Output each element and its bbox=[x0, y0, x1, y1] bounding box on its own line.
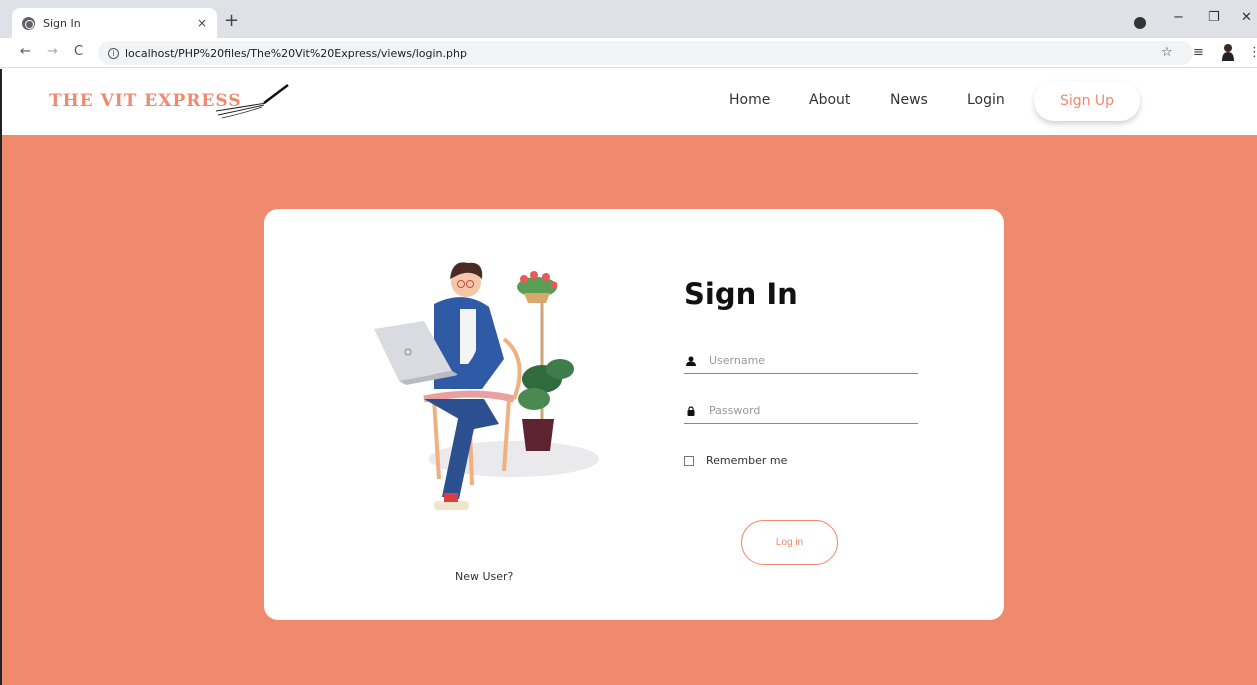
media-queue-icon[interactable]: ≡ bbox=[1193, 45, 1204, 60]
close-window-button[interactable]: ✕ bbox=[1241, 10, 1252, 25]
tab-title: Sign In bbox=[43, 16, 81, 30]
url-text: localhost/PHP%20files/The%20Vit%20Expres… bbox=[125, 46, 467, 60]
info-icon[interactable]: i bbox=[108, 47, 119, 59]
back-button[interactable]: ← bbox=[20, 44, 31, 59]
new-user-link[interactable]: New User? bbox=[455, 570, 513, 583]
remember-me-checkbox[interactable] bbox=[684, 455, 694, 466]
address-bar[interactable]: i localhost/PHP%20files/The%20Vit%20Expr… bbox=[98, 41, 1193, 65]
remember-me-label: Remember me bbox=[706, 454, 788, 467]
password-input[interactable] bbox=[709, 404, 909, 417]
remember-me[interactable]: Remember me bbox=[684, 454, 787, 467]
restore-button[interactable]: ❐ bbox=[1208, 10, 1220, 25]
tab-close-icon[interactable]: × bbox=[197, 16, 207, 30]
nav-news[interactable]: News bbox=[890, 92, 928, 108]
new-tab-button[interactable]: + bbox=[224, 10, 239, 31]
login-button[interactable]: Log in bbox=[741, 520, 838, 565]
signup-button[interactable]: Sign Up bbox=[1034, 81, 1140, 121]
password-field bbox=[684, 398, 918, 424]
person-with-laptop-illustration bbox=[374, 262, 599, 510]
nav-login[interactable]: Login bbox=[967, 92, 1005, 108]
username-input[interactable] bbox=[709, 354, 909, 367]
user-avatar[interactable] bbox=[1221, 43, 1235, 61]
browser-toolbar: ← → C i localhost/PHP%20files/The%20Vit%… bbox=[0, 38, 1257, 68]
globe-icon bbox=[22, 16, 35, 30]
nav-home[interactable]: Home bbox=[729, 92, 770, 108]
login-card: New User? Sign In Remember me Log in bbox=[264, 209, 1004, 620]
nav-about[interactable]: About bbox=[809, 92, 850, 108]
site-header: THE VIT EXPRESS Home About News Login Si… bbox=[2, 69, 1257, 135]
profile-icon[interactable] bbox=[1134, 17, 1146, 29]
browser-menu-icon[interactable]: ⋮ bbox=[1248, 45, 1257, 60]
username-field bbox=[684, 348, 918, 374]
bookmark-star-icon[interactable]: ☆ bbox=[1161, 45, 1173, 60]
browser-tabstrip: Sign In × + − ❐ ✕ bbox=[0, 0, 1257, 38]
pen-icon bbox=[215, 84, 289, 119]
browser-tab[interactable]: Sign In × bbox=[12, 8, 217, 38]
lock-icon bbox=[685, 405, 697, 416]
signin-title: Sign In bbox=[684, 277, 798, 311]
user-icon bbox=[685, 356, 697, 366]
page-viewport: THE VIT EXPRESS Home About News Login Si… bbox=[0, 69, 1257, 685]
forward-button[interactable]: → bbox=[47, 44, 58, 59]
minimize-button[interactable]: − bbox=[1173, 10, 1184, 25]
reload-button[interactable]: C bbox=[74, 44, 83, 59]
